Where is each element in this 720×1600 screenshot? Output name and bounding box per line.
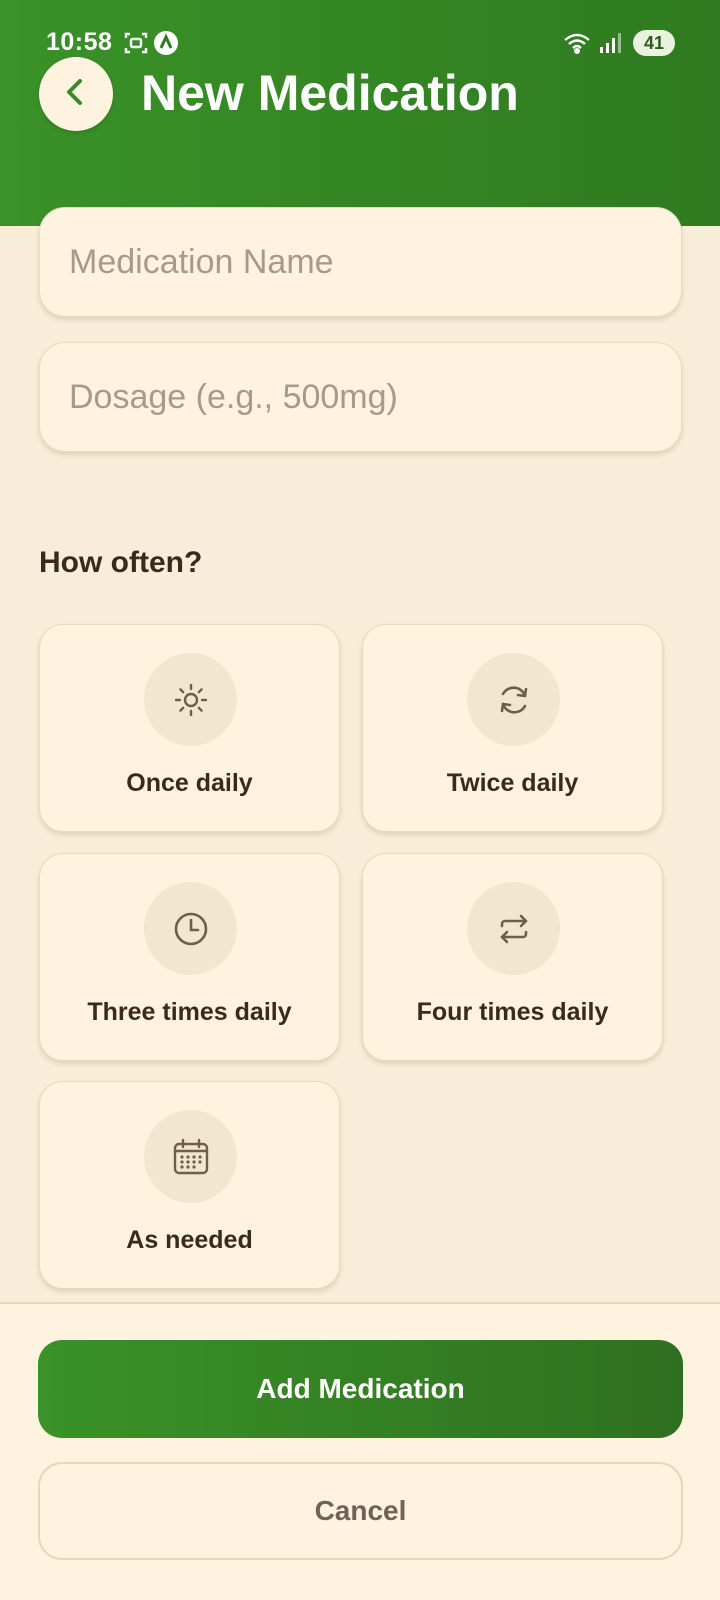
refresh-icon	[467, 653, 560, 746]
dosage-field[interactable]	[39, 342, 682, 452]
page-title: New Medication	[141, 65, 519, 121]
dosage-input[interactable]	[69, 377, 681, 417]
clock-icon	[144, 882, 237, 975]
wifi-icon	[563, 30, 593, 61]
frequency-option-label: Four times daily	[416, 998, 609, 1026]
frequency-option-twice-daily[interactable]: Twice daily	[362, 624, 663, 832]
frequency-option-label: Twice daily	[446, 769, 579, 797]
repeat-icon	[467, 882, 560, 975]
frequency-option-as-needed[interactable]: As needed	[39, 1081, 340, 1289]
cancel-button[interactable]: Cancel	[38, 1462, 683, 1560]
header-bar: 10:58 41 New Medication	[0, 0, 720, 226]
status-bar: 10:58 41	[0, 26, 720, 62]
medication-name-field[interactable]	[39, 207, 682, 317]
frequency-option-label: Once daily	[126, 769, 253, 797]
frequency-option-label: Three times daily	[87, 998, 292, 1026]
frequency-option-once-daily[interactable]: Once daily	[39, 624, 340, 832]
frequency-option-label: As needed	[126, 1226, 253, 1254]
app-notification-icon	[153, 30, 179, 61]
chevron-left-icon	[59, 75, 93, 114]
medication-name-input[interactable]	[69, 242, 681, 282]
calendar-icon	[144, 1110, 237, 1203]
add-medication-button[interactable]: Add Medication	[38, 1340, 683, 1438]
sun-icon	[144, 653, 237, 746]
frequency-option-four-times-daily[interactable]: Four times daily	[362, 853, 663, 1061]
signal-icon	[598, 30, 622, 61]
battery-indicator: 41	[633, 30, 675, 56]
back-button[interactable]	[39, 57, 113, 131]
screenshot-icon	[123, 30, 149, 61]
frequency-option-three-times-daily[interactable]: Three times daily	[39, 853, 340, 1061]
status-time: 10:58	[46, 28, 113, 56]
frequency-section-label: How often?	[39, 546, 203, 579]
